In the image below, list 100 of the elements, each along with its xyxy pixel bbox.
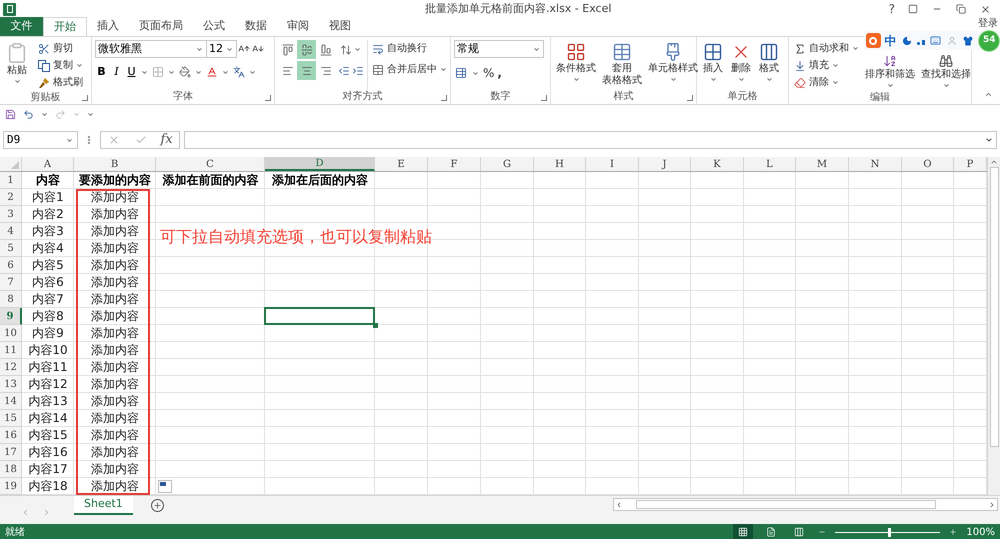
copy-button[interactable]: 复制 bbox=[36, 57, 85, 74]
row-header[interactable]: 4 bbox=[0, 223, 22, 240]
orientation-icon[interactable] bbox=[339, 42, 353, 56]
file-tab[interactable]: 文件 bbox=[0, 17, 43, 36]
column-header[interactable]: E bbox=[375, 157, 428, 171]
comma-button[interactable]: , bbox=[497, 64, 502, 82]
row-header[interactable]: 10 bbox=[0, 325, 22, 342]
font-color-icon[interactable] bbox=[205, 65, 219, 80]
zoom-level[interactable]: 100% bbox=[966, 524, 995, 539]
currency-icon[interactable] bbox=[454, 66, 468, 80]
row-header[interactable]: 17 bbox=[0, 444, 22, 461]
italic-button[interactable]: I bbox=[110, 64, 123, 80]
find-select-button[interactable]: 查找和选择 bbox=[919, 52, 973, 91]
selected-cell[interactable] bbox=[264, 307, 375, 325]
help-button[interactable]: ? bbox=[888, 0, 895, 18]
fill-color-icon[interactable] bbox=[178, 65, 192, 80]
column-header[interactable]: O bbox=[902, 157, 954, 171]
formula-input-field[interactable] bbox=[184, 131, 997, 149]
row-header[interactable]: 9 bbox=[0, 308, 22, 325]
scroll-thumb[interactable] bbox=[990, 167, 998, 447]
zoom-slider-thumb[interactable] bbox=[888, 528, 891, 536]
fill-button[interactable]: 填充 bbox=[792, 57, 861, 74]
column-header[interactable]: M bbox=[796, 157, 849, 171]
column-header[interactable]: F bbox=[428, 157, 481, 171]
column-header[interactable]: I bbox=[586, 157, 639, 171]
row-header[interactable]: 8 bbox=[0, 291, 22, 308]
wrap-text-button[interactable]: 自动换行 bbox=[370, 40, 449, 57]
name-box[interactable]: D9 bbox=[3, 131, 78, 149]
dialog-launcher-icon[interactable] bbox=[541, 95, 547, 101]
insert-function-button[interactable]: fx bbox=[160, 130, 173, 150]
row-header[interactable]: 15 bbox=[0, 410, 22, 427]
column-header[interactable]: K bbox=[691, 157, 744, 171]
fill-handle[interactable] bbox=[373, 323, 378, 328]
table-format-button[interactable]: 套用 表格格式 bbox=[600, 40, 644, 90]
font-name-field[interactable]: 微软雅黑 bbox=[95, 40, 207, 58]
row-header[interactable]: 5 bbox=[0, 240, 22, 257]
format-painter-button[interactable]: 格式刷 bbox=[36, 74, 85, 91]
row-header[interactable]: 19 bbox=[0, 478, 22, 495]
underline-button[interactable]: U bbox=[125, 64, 138, 80]
add-sheet-icon[interactable] bbox=[150, 499, 164, 512]
ime-language-toggle[interactable]: 中 bbox=[884, 32, 897, 50]
ribbon-display-icon[interactable] bbox=[907, 3, 919, 15]
ribbon-tab[interactable]: 页面布局 bbox=[129, 17, 193, 36]
phonetic-icon[interactable] bbox=[232, 65, 246, 80]
percent-button[interactable]: % bbox=[483, 64, 494, 82]
column-header[interactable]: H bbox=[534, 157, 586, 171]
vertical-scrollbar[interactable] bbox=[987, 157, 1000, 495]
align-button[interactable] bbox=[297, 61, 316, 80]
view-button[interactable] bbox=[733, 524, 754, 539]
font-size-field[interactable]: 12 bbox=[207, 40, 237, 58]
row-header[interactable]: 11 bbox=[0, 342, 22, 359]
moon-icon[interactable] bbox=[900, 34, 913, 46]
ribbon-tab[interactable]: 开始 bbox=[43, 17, 87, 36]
row-header[interactable]: 6 bbox=[0, 257, 22, 274]
dialog-launcher-icon[interactable] bbox=[82, 95, 88, 101]
column-header[interactable]: L bbox=[744, 157, 796, 171]
shirt-icon[interactable] bbox=[962, 34, 974, 46]
horizontal-scrollbar[interactable] bbox=[613, 498, 998, 511]
dialog-launcher-icon[interactable] bbox=[687, 95, 693, 101]
cell-styles-button[interactable]: 单元格样式 bbox=[646, 40, 700, 90]
delete-button[interactable]: 删除 bbox=[728, 40, 754, 90]
paste-button[interactable]: 粘贴 bbox=[3, 40, 31, 91]
column-header[interactable]: N bbox=[849, 157, 902, 171]
row-header[interactable]: 1 bbox=[0, 172, 22, 189]
ime-logo-icon[interactable] bbox=[866, 33, 881, 48]
sort-filter-button[interactable]: 排序和筛选 bbox=[863, 52, 917, 91]
undo-icon[interactable] bbox=[22, 108, 35, 120]
number-format-field[interactable]: 常规 bbox=[454, 40, 544, 58]
row-header[interactable]: 3 bbox=[0, 206, 22, 223]
conditional-format-button[interactable]: 条件格式 bbox=[554, 40, 598, 90]
sign-in-link[interactable]: 登录 bbox=[978, 16, 998, 31]
align-button[interactable] bbox=[297, 40, 316, 59]
row-header[interactable]: 12 bbox=[0, 359, 22, 376]
format-button[interactable]: 格式 bbox=[756, 40, 782, 90]
autosum-button[interactable]: 自动求和 bbox=[792, 40, 861, 57]
zoom-in-icon[interactable] bbox=[948, 527, 958, 537]
ribbon-tab[interactable]: 插入 bbox=[87, 17, 129, 36]
column-header[interactable]: A bbox=[22, 157, 74, 171]
clear-button[interactable]: 清除 bbox=[792, 74, 861, 91]
row-header[interactable]: 14 bbox=[0, 393, 22, 410]
column-header[interactable]: B bbox=[74, 157, 156, 171]
cut-button[interactable]: 剪切 bbox=[36, 40, 85, 57]
dialog-launcher-icon[interactable] bbox=[441, 95, 447, 101]
row-header[interactable]: 7 bbox=[0, 274, 22, 291]
row-header[interactable]: 16 bbox=[0, 427, 22, 444]
merge-center-button[interactable]: 合并后居中 bbox=[370, 61, 449, 78]
divider-handle-icon[interactable] bbox=[88, 136, 90, 144]
insert-button[interactable]: 插入 bbox=[700, 40, 726, 90]
ribbon-tab[interactable]: 公式 bbox=[193, 17, 235, 36]
ribbon-tab[interactable]: 审阅 bbox=[277, 17, 319, 36]
zoom-slider[interactable] bbox=[835, 528, 940, 536]
autofill-options-icon[interactable] bbox=[158, 480, 172, 493]
ribbon-tab[interactable]: 数据 bbox=[235, 17, 277, 36]
ribbon-tab[interactable]: 视图 bbox=[319, 17, 361, 36]
save-icon[interactable] bbox=[4, 108, 17, 120]
row-header[interactable]: 18 bbox=[0, 461, 22, 478]
column-header[interactable]: J bbox=[639, 157, 691, 171]
sheet-tab[interactable]: Sheet1 bbox=[74, 496, 133, 515]
column-header[interactable]: D bbox=[265, 157, 375, 171]
restore-icon[interactable] bbox=[955, 3, 967, 15]
